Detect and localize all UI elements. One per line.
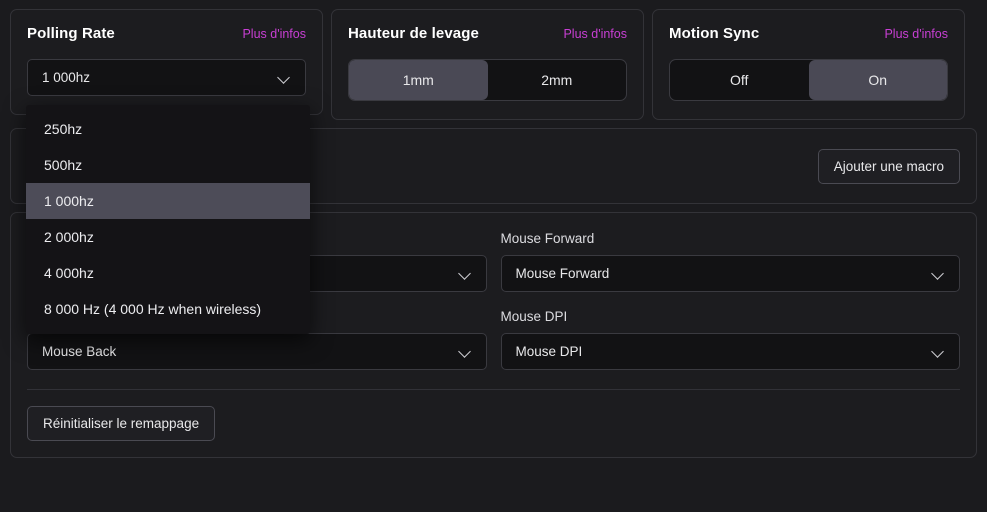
card-title-lift-off-distance: Hauteur de levage <box>348 25 479 42</box>
segment-on[interactable]: On <box>808 60 947 100</box>
motion-sync-segmented: Off On <box>669 59 948 101</box>
card-title-motion-sync: Motion Sync <box>669 25 760 42</box>
card-header: Hauteur de levage Plus d'infos <box>348 25 627 42</box>
card-motion-sync: Motion Sync Plus d'infos Off On <box>652 9 965 120</box>
dropdown-option-1000hz[interactable]: 1 000hz <box>26 183 310 219</box>
card-header: Motion Sync Plus d'infos <box>669 25 948 42</box>
remap-divider <box>27 389 960 390</box>
polling-rate-dropdown-menu: 250hz 500hz 1 000hz 2 000hz 4 000hz 8 00… <box>26 105 310 334</box>
remap-field-mouse-forward: Mouse Forward Mouse Forward <box>500 231 960 292</box>
remap-label-mouse-forward: Mouse Forward <box>500 231 595 246</box>
card-header: Polling Rate Plus d'infos <box>27 25 306 42</box>
remap-select-mouse-back[interactable]: Mouse Back <box>27 333 487 370</box>
card-lift-off-distance: Hauteur de levage Plus d'infos 1mm 2mm <box>331 9 644 120</box>
dropdown-option-4000hz[interactable]: 4 000hz <box>26 255 310 291</box>
chevron-down-icon <box>932 345 945 358</box>
card-title-polling-rate: Polling Rate <box>27 25 115 42</box>
remap-select-mouse-forward[interactable]: Mouse Forward <box>500 255 960 292</box>
dropdown-option-2000hz[interactable]: 2 000hz <box>26 219 310 255</box>
polling-rate-select[interactable]: 1 000hz <box>27 59 306 96</box>
remap-select-value-mouse-back: Mouse Back <box>42 344 117 359</box>
dropdown-option-250hz[interactable]: 250hz <box>26 111 310 147</box>
add-macro-button[interactable]: Ajouter une macro <box>817 148 960 184</box>
chevron-down-icon <box>459 267 472 280</box>
segment-2mm[interactable]: 2mm <box>488 60 627 100</box>
chevron-down-icon <box>932 267 945 280</box>
remap-select-value-mouse-forward: Mouse Forward <box>515 266 610 281</box>
remap-field-mouse-dpi: Mouse DPI Mouse DPI <box>500 309 960 370</box>
settings-page: Polling Rate Plus d'infos 1 000hz Hauteu… <box>0 0 987 512</box>
card-polling-rate: Polling Rate Plus d'infos 1 000hz <box>10 9 323 115</box>
more-info-link-motion-sync[interactable]: Plus d'infos <box>884 27 948 41</box>
lift-off-distance-segmented: 1mm 2mm <box>348 59 627 101</box>
remap-select-mouse-dpi[interactable]: Mouse DPI <box>500 333 960 370</box>
dropdown-option-500hz[interactable]: 500hz <box>26 147 310 183</box>
segment-off[interactable]: Off <box>670 60 809 100</box>
reset-remap-button[interactable]: Réinitialiser le remappage <box>27 406 216 441</box>
chevron-down-icon <box>278 71 291 84</box>
polling-rate-select-value: 1 000hz <box>42 70 91 85</box>
segment-1mm[interactable]: 1mm <box>349 60 488 100</box>
more-info-link-lift-off-distance[interactable]: Plus d'infos <box>563 27 627 41</box>
more-info-link-polling-rate[interactable]: Plus d'infos <box>242 27 306 41</box>
top-card-row: Polling Rate Plus d'infos 1 000hz Hauteu… <box>10 9 977 120</box>
chevron-down-icon <box>459 345 472 358</box>
remap-select-value-mouse-dpi: Mouse DPI <box>515 344 583 359</box>
remap-label-mouse-dpi: Mouse DPI <box>500 309 568 324</box>
dropdown-option-8000hz[interactable]: 8 000 Hz (4 000 Hz when wireless) <box>26 291 310 327</box>
